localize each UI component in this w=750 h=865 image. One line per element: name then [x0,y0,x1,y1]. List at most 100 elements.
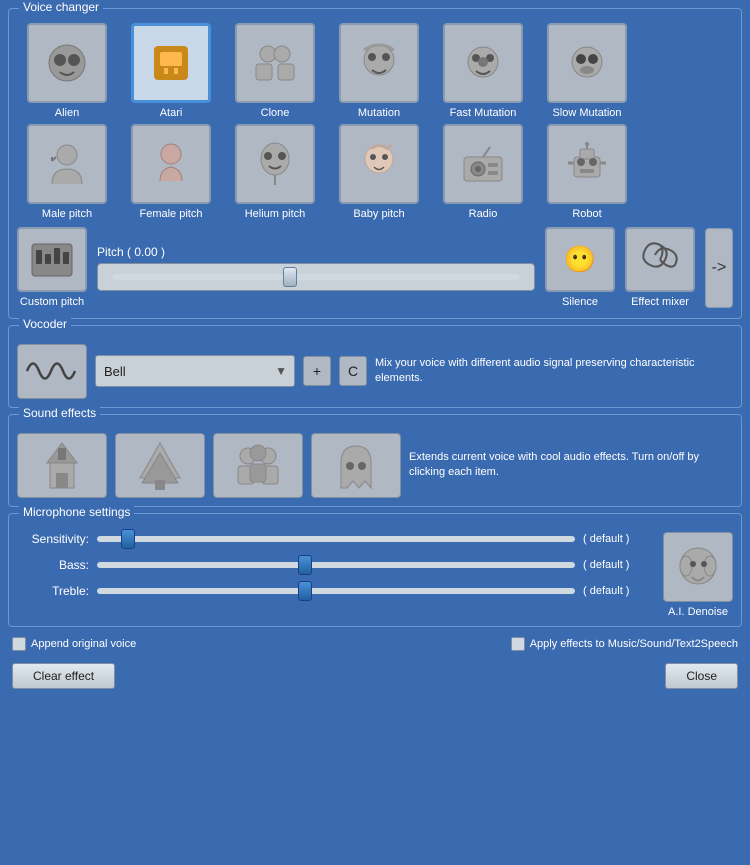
treble-row: Treble: ( default ) [17,584,653,598]
pitch-track[interactable] [112,274,520,280]
treble-default: ( default ) [583,585,653,597]
ai-denoise-svg [671,539,726,594]
append-original-check[interactable]: Append original voice [12,637,136,651]
bass-track[interactable] [97,562,575,568]
treble-track[interactable] [97,588,575,594]
pitch-label: Pitch ( 0.00 ) [97,245,535,259]
effect-mixer-item[interactable]: Effect mixer [625,227,695,309]
microphone-label: Microphone settings [19,505,134,519]
voice-item-slow-mutation[interactable]: Slow Mutation [537,23,637,120]
vocoder-dropdown[interactable]: BellSineSquareTriangleSawtooth [95,355,295,387]
sensitivity-track[interactable] [97,536,575,542]
church-svg [32,438,92,493]
voice-changer-label: Voice changer [19,0,103,14]
voice-item-male-pitch[interactable]: Male pitch [17,124,117,221]
wave-svg [25,351,80,391]
pitch-thumb[interactable] [283,267,297,287]
bass-label: Bass: [17,558,89,572]
voice-icon-fast-mutation [443,23,523,103]
bass-thumb[interactable] [298,555,312,575]
voice-label-atari: Atari [160,107,183,120]
voice-icon-slow-mutation [547,23,627,103]
voice-item-radio[interactable]: Radio [433,124,533,221]
voice-icon-alien [27,23,107,103]
treble-label: Treble: [17,584,89,598]
voice-label-female-pitch: Female pitch [140,208,203,221]
voice-label-mutation: Mutation [358,107,400,120]
vocoder-clear-button[interactable]: C [339,356,367,386]
voice-label-helium-pitch: Helium pitch [245,208,306,221]
voice-label-robot: Robot [572,208,601,221]
voice-item-clone[interactable]: Clone [225,23,325,120]
voice-icon-robot [547,124,627,204]
apply-effects-label: Apply effects to Music/Sound/Text2Speech [530,638,738,650]
vocoder-description: Mix your voice with different audio sign… [375,356,733,387]
custom-pitch-label: Custom pitch [20,296,84,309]
voice-label-baby-pitch: Baby pitch [353,208,404,221]
clear-effect-button[interactable]: Clear effect [12,663,115,689]
crowd-svg [228,438,288,493]
silence-item[interactable]: 😶 Silence [545,227,615,309]
main-container: Voice changer Alien Atari Clone Mutation Fas… [0,0,750,865]
vocoder-add-button[interactable]: + [303,356,331,386]
sfx-forest-icon[interactable] [115,433,205,498]
ghost-svg [326,438,386,493]
wave-icon [17,344,87,399]
voice-label-clone: Clone [261,107,290,120]
voice-icon-male-pitch [27,124,107,204]
append-original-checkbox[interactable] [12,637,26,651]
voice-label-alien: Alien [55,107,79,120]
voice-item-fast-mutation[interactable]: Fast Mutation [433,23,533,120]
voice-label-male-pitch: Male pitch [42,208,92,221]
voice-item-alien[interactable]: Alien [17,23,117,120]
microphone-section: Microphone settings Sensitivity: ( defau… [8,513,742,627]
voice-icon-atari [131,23,211,103]
sfx-crowd-icon[interactable] [213,433,303,498]
bass-default: ( default ) [583,559,653,571]
voice-icon-radio [443,124,523,204]
close-button[interactable]: Close [665,663,738,689]
forest-svg [130,438,190,493]
voice-item-female-pitch[interactable]: Female pitch [121,124,221,221]
ai-denoise-label: A.I. Denoise [668,606,728,618]
apply-effects-checkbox[interactable] [511,637,525,651]
sfx-ghost-icon[interactable] [311,433,401,498]
voice-item-helium-pitch[interactable]: Helium pitch [225,124,325,221]
voice-label-radio: Radio [469,208,498,221]
sensitivity-label: Sensitivity: [17,532,89,546]
sfx-inner: Extends current voice with cool audio ef… [17,433,733,498]
sensitivity-thumb[interactable] [121,529,135,549]
effect-mixer-label: Effect mixer [631,296,689,309]
voice-icon-helium-pitch [235,124,315,204]
voice-label-slow-mutation: Slow Mutation [552,107,621,120]
voice-changer-section: Voice changer AlienAtariCloneMutationFas… [8,8,742,319]
spiral-svg [635,235,685,285]
sfx-description: Extends current voice with cool audio ef… [409,450,733,481]
bottom-checkboxes: Append original voice Apply effects to M… [8,633,742,655]
custom-pitch-item[interactable]: Custom pitch [17,227,87,309]
vocoder-inner: BellSineSquareTriangleSawtooth ▼ + C Mix… [17,344,733,399]
arrow-button[interactable]: -> [705,228,733,308]
custom-pitch-svg [28,236,76,284]
mic-inner: Sensitivity: ( default ) Bass: ( default… [17,532,733,618]
mic-sliders: Sensitivity: ( default ) Bass: ( default… [17,532,653,598]
sensitivity-default: ( default ) [583,533,653,545]
treble-thumb[interactable] [298,581,312,601]
voice-icon-baby-pitch [339,124,419,204]
vocoder-select-wrapper: BellSineSquareTriangleSawtooth ▼ [95,355,295,387]
bottom-buttons: Clear effect Close [8,661,742,691]
sound-effects-section: Sound effects [8,414,742,507]
apply-effects-check[interactable]: Apply effects to Music/Sound/Text2Speech [511,637,738,651]
voice-item-baby-pitch[interactable]: Baby pitch [329,124,429,221]
voice-item-mutation[interactable]: Mutation [329,23,429,120]
vocoder-section: Vocoder BellSineSquareTriangleSawtooth ▼… [8,325,742,408]
silence-label: Silence [562,296,598,309]
voice-item-atari[interactable]: Atari [121,23,221,120]
ai-denoise-item[interactable]: A.I. Denoise [663,532,733,618]
append-original-label: Append original voice [31,638,136,650]
sfx-church-icon[interactable] [17,433,107,498]
voice-item-robot[interactable]: Robot [537,124,637,221]
effect-mixer-icon [625,227,695,292]
custom-pitch-row: Custom pitch Pitch ( 0.00 ) 😶 Silence [17,227,733,309]
voice-label-fast-mutation: Fast Mutation [450,107,517,120]
